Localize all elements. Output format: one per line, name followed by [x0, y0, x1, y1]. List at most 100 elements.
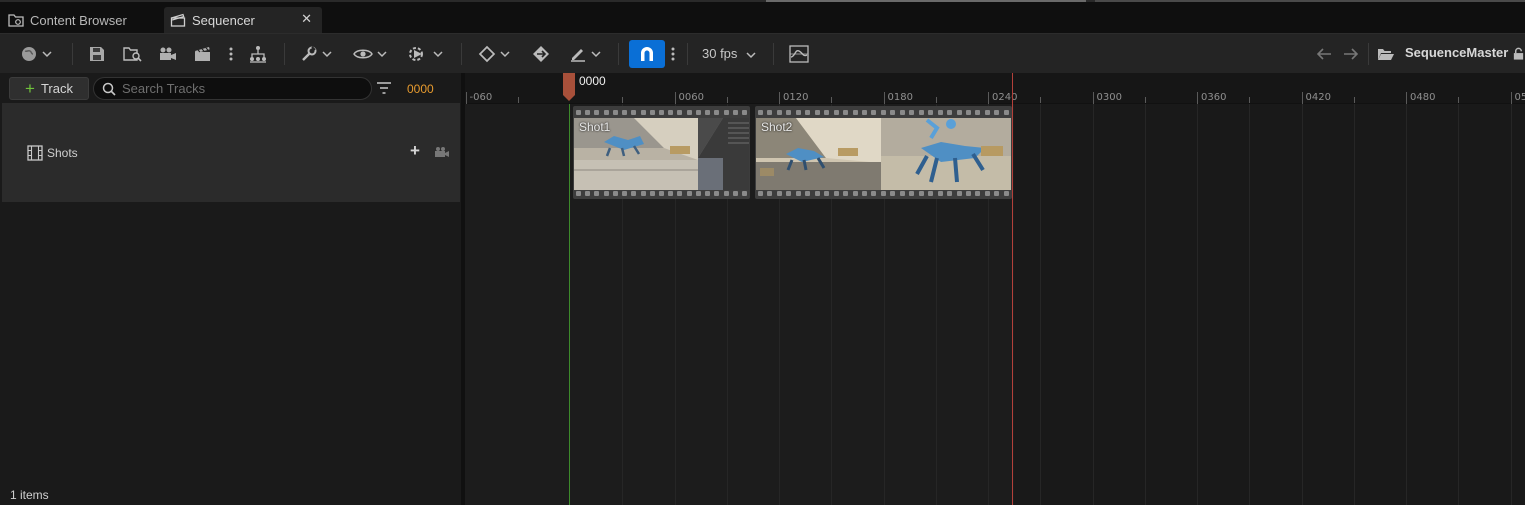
- perforation-hole: [658, 109, 664, 115]
- grid-line: [1406, 104, 1407, 505]
- tab-sequencer[interactable]: Sequencer ✕: [164, 7, 322, 33]
- perforation-hole: [767, 109, 773, 115]
- create-camera-button[interactable]: [156, 41, 180, 67]
- view-options-button[interactable]: [352, 41, 388, 67]
- track-row-shots[interactable]: Shots +: [2, 103, 460, 202]
- grid-line: [1301, 104, 1303, 505]
- edit-mode-button[interactable]: [566, 41, 604, 67]
- perforation-hole: [975, 190, 981, 196]
- perforation-hole: [686, 190, 692, 196]
- render-movie-button[interactable]: [191, 41, 215, 67]
- search-icon: [102, 82, 116, 96]
- perforation-hole: [786, 109, 792, 115]
- perforation-hole: [741, 190, 747, 196]
- perforation-hole: [603, 190, 609, 196]
- timeline-area[interactable]: -060 0060 0120 0180 0240 0300 0360 0420 0480 05: [465, 73, 1525, 505]
- perforation-hole: [1003, 190, 1009, 196]
- tick-label: -060: [469, 92, 493, 103]
- shot-section-shot1[interactable]: Shot1: [573, 106, 750, 199]
- grid-line: [1144, 104, 1146, 505]
- add-shot-button[interactable]: +: [410, 141, 420, 161]
- close-tab-icon[interactable]: ✕: [301, 11, 312, 27]
- perforation-hole: [758, 109, 763, 115]
- perforation-hole: [956, 190, 962, 196]
- sequence-breadcrumb[interactable]: SequenceMaster: [1405, 45, 1508, 60]
- forward-button[interactable]: [1340, 41, 1362, 67]
- perforation-hole: [705, 190, 711, 196]
- save-button[interactable]: [86, 41, 108, 67]
- perforation-hole: [880, 109, 886, 115]
- perforation-hole: [928, 109, 934, 115]
- divider: [773, 43, 774, 65]
- camera-icon[interactable]: [434, 146, 450, 158]
- snap-toggle-button[interactable]: [629, 40, 665, 68]
- minor-tick: [935, 97, 937, 103]
- major-tick: [1197, 92, 1198, 104]
- snap-options-button[interactable]: [667, 41, 679, 67]
- filter-icon[interactable]: [376, 81, 392, 95]
- perforation-hole: [880, 190, 886, 196]
- shot-thumbnail: [698, 118, 749, 190]
- curve-editor-button[interactable]: [787, 41, 811, 67]
- tick-label: 0240: [992, 92, 1018, 103]
- perforation-hole: [786, 190, 792, 196]
- world-menu-button[interactable]: [16, 41, 56, 67]
- perforation-hole: [814, 109, 820, 115]
- playback-options-button[interactable]: [406, 41, 444, 67]
- perforation-hole: [705, 109, 711, 115]
- major-tick: [1406, 92, 1407, 104]
- chevron-down-icon: [42, 51, 52, 58]
- major-tick: [1301, 92, 1303, 104]
- minor-tick: [1040, 97, 1042, 103]
- playback-end-marker[interactable]: [1012, 73, 1013, 505]
- major-tick: [465, 92, 467, 104]
- add-track-button[interactable]: + Track: [9, 77, 89, 100]
- divider: [461, 43, 462, 65]
- lock-icon[interactable]: [1512, 41, 1525, 67]
- perforation-hole: [994, 109, 1000, 115]
- more-options-button[interactable]: [224, 41, 238, 67]
- globe-icon: [22, 47, 36, 61]
- play-settings-icon: [409, 47, 423, 61]
- hierarchy-button[interactable]: [246, 41, 270, 67]
- major-tick: [988, 92, 989, 104]
- chevron-down-icon[interactable]: [746, 50, 756, 60]
- perforation-hole: [695, 109, 701, 115]
- pencil-icon: [571, 49, 585, 62]
- tick-label: 0420: [1305, 92, 1331, 103]
- tab-content-browser[interactable]: Content Browser: [4, 7, 162, 33]
- minor-tick: [1144, 97, 1146, 103]
- search-input[interactable]: [122, 81, 362, 96]
- perforation-hole: [612, 190, 618, 196]
- perforation-hole: [975, 109, 981, 115]
- tick-label: 0180: [887, 92, 913, 103]
- perforation-hole: [795, 190, 801, 196]
- find-in-browser-button[interactable]: [121, 41, 145, 67]
- perforation-hole: [947, 109, 953, 115]
- tools-menu-button[interactable]: [298, 41, 334, 67]
- content-browser-icon: [8, 12, 24, 28]
- eye-icon: [353, 49, 373, 59]
- perforation-hole: [994, 190, 1000, 196]
- perforation-hole: [824, 190, 830, 196]
- keyframe-options-button[interactable]: [476, 41, 512, 67]
- back-button[interactable]: [1313, 41, 1335, 67]
- perforation-hole: [658, 190, 664, 196]
- add-track-label: Track: [40, 81, 73, 96]
- playhead-handle[interactable]: [563, 73, 575, 101]
- perforation-hole: [631, 109, 637, 115]
- tab-label: Sequencer: [192, 12, 255, 28]
- top-strip: [0, 0, 1525, 2]
- auto-key-button[interactable]: [530, 41, 552, 67]
- time-ruler[interactable]: -060 0060 0120 0180 0240 0300 0360 0420 0480 05: [465, 73, 1525, 104]
- minor-tick: [517, 97, 519, 103]
- current-frame-readout[interactable]: 0000: [407, 82, 434, 96]
- perforation-hole: [758, 190, 763, 196]
- shot-section-shot2[interactable]: Shot2: [755, 106, 1012, 199]
- frame-rate-select[interactable]: 30 fps: [702, 46, 737, 61]
- minor-tick: [1249, 97, 1251, 103]
- perforation-hole: [843, 190, 849, 196]
- tick-label: 0360: [1201, 92, 1227, 103]
- playback-start-marker[interactable]: [569, 104, 570, 505]
- search-tracks-box[interactable]: [93, 77, 372, 100]
